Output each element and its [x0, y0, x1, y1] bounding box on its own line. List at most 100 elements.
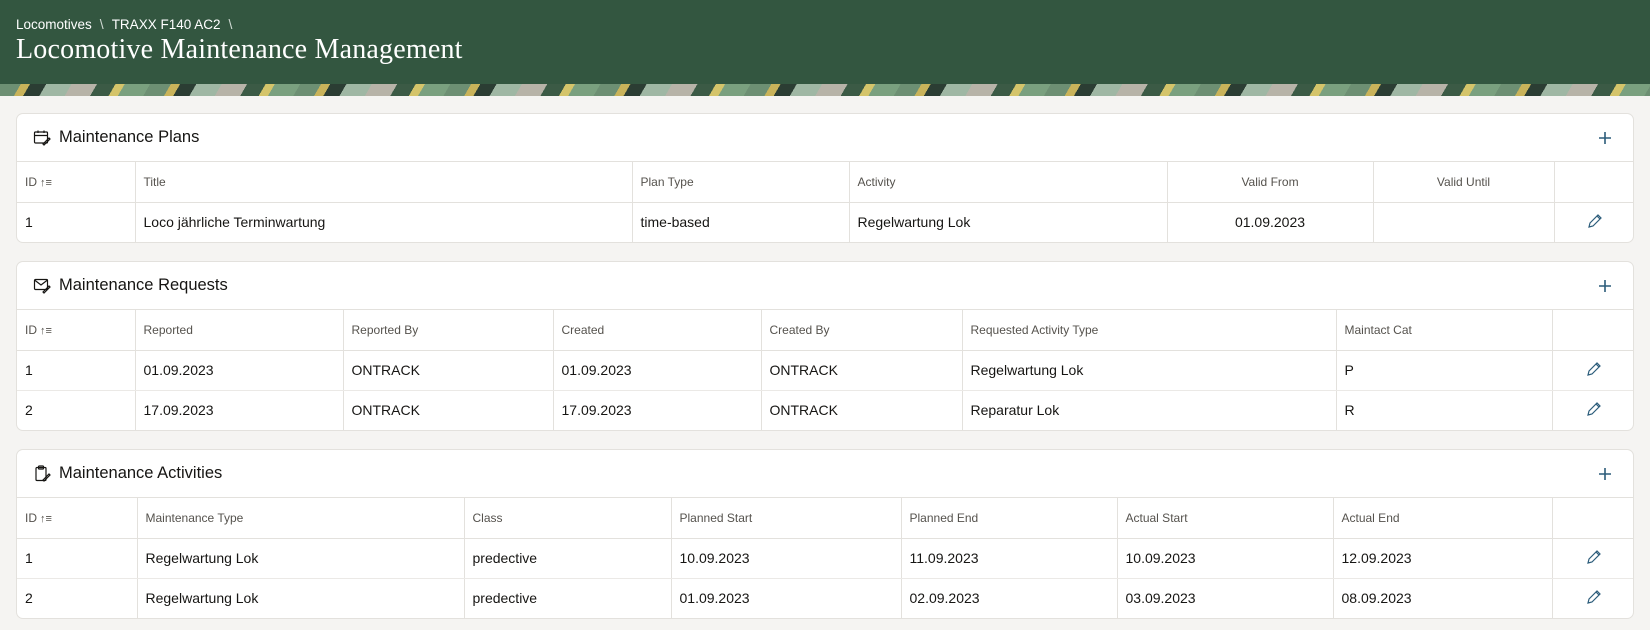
cell-class: predective — [464, 578, 672, 618]
column-header-maintact-cat[interactable]: Maintact Cat — [1336, 310, 1553, 351]
column-header-id[interactable]: ID ↑≡ — [17, 498, 138, 539]
edit-button[interactable] — [1586, 401, 1602, 417]
edit-button[interactable] — [1586, 589, 1602, 605]
pencil-icon — [1587, 213, 1602, 228]
maintenance-activities-table: ID ↑≡ Maintenance Type Class Planned Star… — [17, 498, 1633, 618]
column-header-planned-start[interactable]: Planned Start — [671, 498, 902, 539]
column-header-actual-end[interactable]: Actual End — [1333, 498, 1553, 539]
cell-maintenance-type: Regelwartung Lok — [137, 538, 465, 579]
breadcrumb-locomotives[interactable]: Locomotives — [16, 17, 92, 32]
table-row[interactable]: 2 Regelwartung Lok predective 01.09.2023… — [17, 578, 1633, 618]
breadcrumb-traxx[interactable]: TRAXX F140 AC2 — [112, 17, 221, 32]
table-header-row: ID ↑≡ Maintenance Type Class Planned Star… — [17, 498, 1633, 539]
cell-id: 2 — [17, 578, 138, 618]
plus-icon — [1599, 279, 1611, 292]
column-header-plan-type[interactable]: Plan Type — [632, 162, 850, 203]
cell-created: 01.09.2023 — [553, 350, 762, 391]
maintenance-plans-title: Maintenance Plans — [59, 128, 200, 146]
cell-reported: 17.09.2023 — [135, 390, 344, 430]
maintenance-requests-header: Maintenance Requests — [17, 262, 1633, 310]
cell-maintact-cat: R — [1336, 390, 1553, 430]
pencil-icon — [1586, 361, 1601, 376]
maintenance-activities-card: Maintenance Activities ID ↑≡ Maintenance … — [16, 449, 1634, 619]
column-header-class[interactable]: Class — [464, 498, 672, 539]
cell-actions — [1552, 538, 1633, 579]
column-header-maintenance-type[interactable]: Maintenance Type — [137, 498, 465, 539]
sort-ascending-icon: ↑≡ — [40, 176, 52, 189]
cell-planned-end: 11.09.2023 — [901, 538, 1118, 579]
cell-id: 1 — [17, 350, 136, 391]
column-header-title[interactable]: Title — [135, 162, 633, 203]
cell-class: predective — [464, 538, 672, 579]
page-header: Locomotives \ TRAXX F140 AC2 \ Locomotiv… — [0, 0, 1650, 84]
pencil-icon — [1586, 549, 1601, 564]
page-title: Locomotive Maintenance Management — [16, 34, 463, 65]
cell-reported-by: ONTRACK — [343, 390, 554, 430]
maintenance-plans-card: Maintenance Plans ID ↑≡ Title Plan Type A… — [16, 113, 1634, 243]
maintenance-requests-card: Maintenance Requests ID ↑≡ Reported Repor… — [16, 261, 1634, 431]
breadcrumb: Locomotives \ TRAXX F140 AC2 \ — [16, 16, 232, 32]
cell-planned-start: 10.09.2023 — [671, 538, 902, 579]
cell-id: 2 — [17, 390, 136, 430]
column-header-created[interactable]: Created — [553, 310, 762, 351]
column-header-requested-activity-type[interactable]: Requested Activity Type — [962, 310, 1337, 351]
column-header-planned-end[interactable]: Planned End — [901, 498, 1118, 539]
cell-requested-activity-type: Reparatur Lok — [962, 390, 1337, 430]
edit-button[interactable] — [1586, 549, 1602, 565]
column-header-actions — [1552, 498, 1633, 539]
table-header-row: ID ↑≡ Reported Reported By Created Create… — [17, 310, 1633, 351]
column-header-activity[interactable]: Activity — [849, 162, 1168, 203]
column-header-actions — [1554, 162, 1633, 203]
cell-requested-activity-type: Regelwartung Lok — [962, 350, 1337, 391]
table-row[interactable]: 2 17.09.2023 ONTRACK 17.09.2023 ONTRACK … — [17, 390, 1633, 430]
header-banner-stripe — [0, 84, 1650, 96]
sort-ascending-icon: ↑≡ — [40, 324, 52, 337]
cell-id: 1 — [17, 202, 136, 242]
table-row[interactable]: 1 01.09.2023 ONTRACK 01.09.2023 ONTRACK … — [17, 350, 1633, 391]
cell-plan-type: time-based — [632, 202, 850, 242]
cell-valid-from: 01.09.2023 — [1167, 202, 1374, 242]
cell-actions — [1554, 202, 1633, 242]
cell-actions — [1552, 350, 1633, 391]
cell-created-by: ONTRACK — [761, 390, 963, 430]
cell-valid-until — [1373, 202, 1555, 242]
cell-reported-by: ONTRACK — [343, 350, 554, 391]
cell-actual-end: 12.09.2023 — [1333, 538, 1553, 579]
table-row[interactable]: 1 Loco jährliche Terminwartung time-base… — [17, 202, 1633, 242]
table-header-row: ID ↑≡ Title Plan Type Activity Valid From… — [17, 162, 1633, 203]
column-header-actions — [1552, 310, 1633, 351]
add-request-button[interactable] — [1593, 274, 1617, 298]
plus-icon — [1599, 131, 1611, 144]
cell-reported: 01.09.2023 — [135, 350, 344, 391]
pencil-icon — [1586, 401, 1601, 416]
cell-actions — [1552, 578, 1633, 618]
cell-actual-start: 10.09.2023 — [1117, 538, 1334, 579]
cell-planned-start: 01.09.2023 — [671, 578, 902, 618]
pencil-icon — [1586, 589, 1601, 604]
table-row[interactable]: 1 Regelwartung Lok predective 10.09.2023… — [17, 538, 1633, 579]
maintenance-activities-title: Maintenance Activities — [59, 464, 223, 482]
column-header-valid-from[interactable]: Valid From — [1167, 162, 1374, 203]
column-header-actual-start[interactable]: Actual Start — [1117, 498, 1334, 539]
column-header-reported-by[interactable]: Reported By — [343, 310, 554, 351]
cell-id: 1 — [17, 538, 138, 579]
maintenance-plans-header: Maintenance Plans — [17, 114, 1633, 162]
column-header-created-by[interactable]: Created By — [761, 310, 963, 351]
cell-maintenance-type: Regelwartung Lok — [137, 578, 465, 618]
column-header-id[interactable]: ID ↑≡ — [17, 162, 136, 203]
cell-title: Loco jährliche Terminwartung — [135, 202, 633, 242]
cell-maintact-cat: P — [1336, 350, 1553, 391]
message-edit-icon — [33, 277, 51, 295]
maintenance-requests-title: Maintenance Requests — [59, 276, 228, 294]
column-header-reported[interactable]: Reported — [135, 310, 344, 351]
add-activity-button[interactable] — [1593, 462, 1617, 486]
edit-button[interactable] — [1586, 361, 1602, 377]
cell-created: 17.09.2023 — [553, 390, 762, 430]
edit-button[interactable] — [1587, 213, 1603, 229]
add-plan-button[interactable] — [1593, 126, 1617, 150]
column-header-id[interactable]: ID ↑≡ — [17, 310, 136, 351]
clipboard-edit-icon — [33, 464, 51, 483]
column-header-valid-until[interactable]: Valid Until — [1373, 162, 1555, 203]
maintenance-activities-header: Maintenance Activities — [17, 450, 1633, 498]
calendar-edit-icon — [33, 129, 51, 147]
